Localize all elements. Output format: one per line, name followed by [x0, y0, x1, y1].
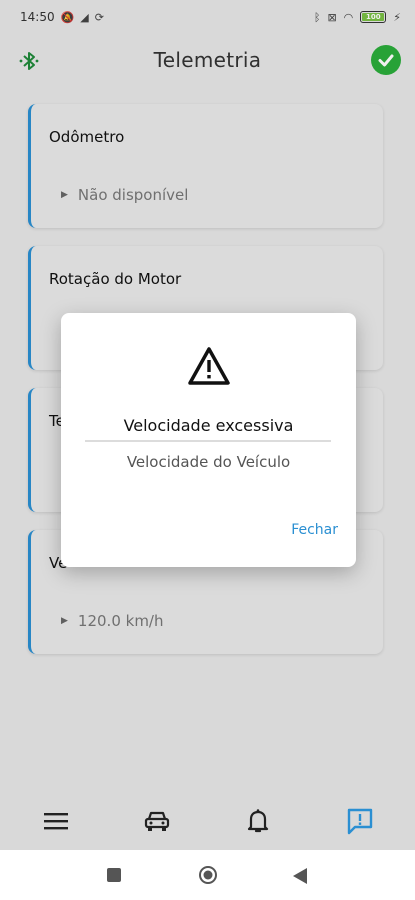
warning-icon	[186, 345, 232, 387]
car-icon[interactable]	[142, 806, 172, 836]
recents-button[interactable]	[106, 867, 122, 887]
back-button[interactable]	[292, 867, 308, 889]
dialog-divider	[85, 440, 331, 442]
bell-icon[interactable]	[243, 806, 273, 836]
close-button[interactable]: Fechar	[291, 522, 338, 538]
menu-icon[interactable]	[41, 806, 71, 836]
dialog-subtitle: Velocidade do Veículo	[126, 453, 291, 471]
system-navigation-bar	[0, 850, 415, 900]
bottom-nav	[0, 798, 415, 844]
dialog-title: Velocidade excessiva	[123, 416, 294, 435]
alert-dialog: Velocidade excessiva Velocidade do Veícu…	[61, 313, 356, 567]
home-button[interactable]	[198, 865, 218, 889]
alert-message-icon[interactable]	[345, 806, 375, 836]
